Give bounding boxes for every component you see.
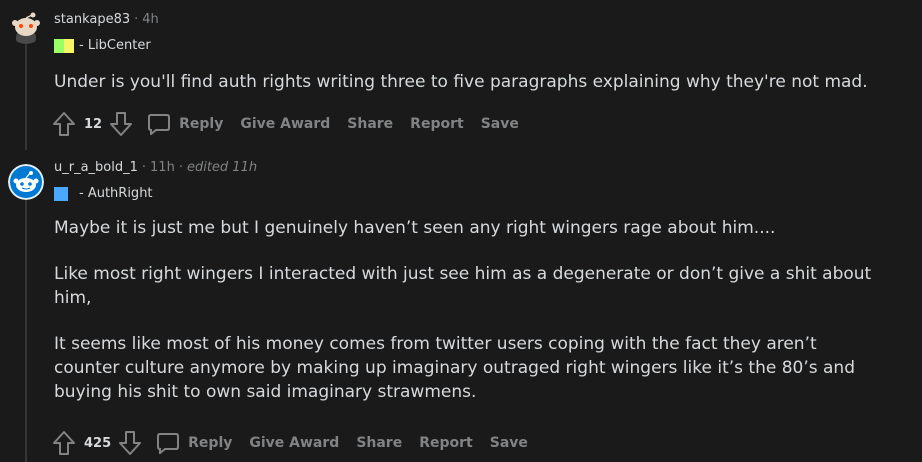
upvote-icon[interactable] [52,111,76,137]
comment-meta: u_r_a_bold_1 · 11h · edited 11h [54,160,257,175]
edited-label: edited 11h [186,160,258,175]
avatar[interactable] [8,164,44,200]
comment-paragraph: Like most right wingers I interacted wit… [54,264,872,308]
authright-flair-icon [54,186,74,201]
thread-line[interactable] [25,44,27,150]
timestamp[interactable]: 11h [150,160,175,175]
libcenter-flair-icon [54,38,74,53]
comment-bubble-icon [148,114,171,135]
comment-actions: 12 Reply Give Award Share Report Save [52,111,519,137]
comment-actions: 425 Reply Give Award Share Report Save [52,430,528,456]
vote-count: 12 [84,116,103,132]
flair-text: - AuthRight [79,186,153,201]
give-award-button[interactable]: Give Award [240,116,330,132]
save-button[interactable]: Save [481,116,519,132]
comment-u-r-a-bold-1: u_r_a_bold_1 · 11h · edited 11h - AuthRight … [0,150,922,462]
vote-count: 425 [84,435,112,451]
author-name[interactable]: stankape83 [54,12,130,27]
comment-body: Under is you'll find auth rights writing… [54,70,882,94]
avatar-icon [8,164,44,200]
report-button[interactable]: Report [410,116,464,132]
reply-button[interactable]: Reply [156,432,232,454]
comment-paragraph: Under is you'll find auth rights writing… [54,72,868,92]
flair-text: - LibCenter [79,38,151,53]
downvote-icon[interactable] [109,111,133,137]
user-flair: - AuthRight [54,186,153,201]
user-flair: - LibCenter [54,38,151,53]
meta-separator: · [141,160,147,175]
give-award-button[interactable]: Give Award [249,435,339,451]
upvote-icon[interactable] [52,430,76,456]
author-name[interactable]: u_r_a_bold_1 [54,160,138,175]
comment-paragraph: Maybe it is just me but I genuinely have… [54,218,776,238]
comment-body: Maybe it is just me but I genuinely have… [54,216,882,404]
share-button[interactable]: Share [347,116,393,132]
meta-separator: · [178,160,183,175]
comment-stankape83: stankape83 · 4h - LibCenter Under is you'l… [0,0,922,150]
avatar-icon [8,8,44,44]
meta-separator: · [134,12,139,27]
reply-button[interactable]: Reply [147,113,223,135]
downvote-icon[interactable] [118,430,142,456]
reply-label: Reply [179,116,224,132]
comment-bubble-icon [157,433,180,454]
save-button[interactable]: Save [490,435,528,451]
timestamp[interactable]: 4h [142,12,159,27]
avatar[interactable] [8,8,44,44]
thread-line[interactable] [25,200,27,462]
share-button[interactable]: Share [356,435,402,451]
reply-label: Reply [188,435,233,451]
comment-meta: stankape83 · 4h [54,12,159,27]
comment-paragraph: It seems like most of his money comes fr… [54,334,855,402]
report-button[interactable]: Report [419,435,473,451]
